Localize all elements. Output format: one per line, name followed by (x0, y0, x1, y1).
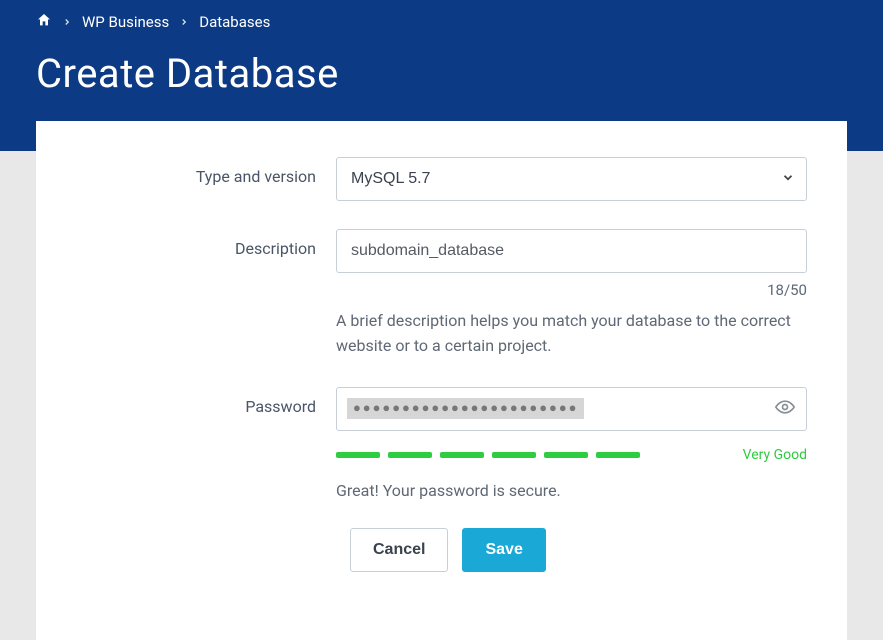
strength-label: Very Good (743, 447, 807, 463)
strength-segment (388, 452, 432, 458)
char-counter: 18/50 (336, 281, 807, 299)
password-label: Password (76, 387, 336, 416)
strength-segment (596, 452, 640, 458)
password-input[interactable]: ●●●●●●●●●●●●●●●●●●●●●●● (336, 387, 807, 431)
password-mask: ●●●●●●●●●●●●●●●●●●●●●●● (347, 398, 584, 419)
breadcrumb: WP Business Databases (36, 12, 847, 32)
save-button[interactable]: Save (462, 528, 545, 572)
breadcrumb-item[interactable]: WP Business (82, 13, 169, 31)
strength-segment (336, 452, 380, 458)
type-label: Type and version (76, 157, 336, 186)
page-title: Create Database (36, 50, 847, 97)
strength-message: Great! Your password is secure. (336, 481, 807, 500)
chevron-right-icon (62, 16, 72, 28)
strength-segment (440, 452, 484, 458)
eye-icon[interactable] (775, 397, 795, 421)
form-panel: Type and version Description 18/50 A bri… (36, 121, 847, 640)
strength-segment (492, 452, 536, 458)
home-icon[interactable] (36, 12, 52, 32)
description-label: Description (76, 229, 336, 258)
chevron-right-icon (179, 16, 189, 28)
description-input[interactable] (336, 229, 807, 273)
breadcrumb-item[interactable]: Databases (199, 13, 270, 31)
strength-segment (544, 452, 588, 458)
description-help: A brief description helps you match your… (336, 309, 807, 359)
password-strength: Very Good (336, 447, 807, 463)
cancel-button[interactable]: Cancel (350, 528, 448, 572)
type-select[interactable] (336, 157, 807, 201)
